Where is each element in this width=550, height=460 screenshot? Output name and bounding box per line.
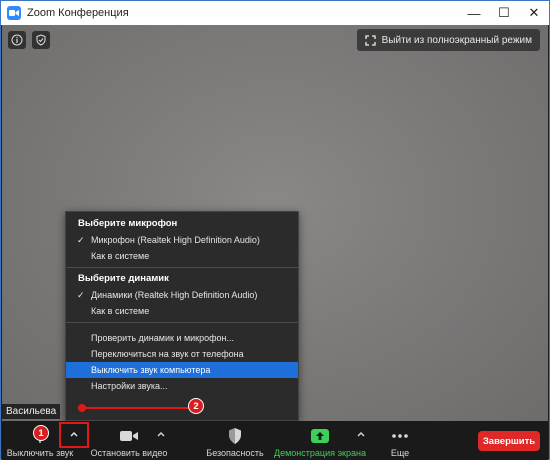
stop-video-label: Остановить видео: [90, 448, 168, 458]
close-button[interactable]: ✕: [519, 1, 549, 25]
menu-item-label: Динамики (Realtek High Definition Audio): [91, 290, 258, 300]
share-options-chevron-icon[interactable]: [356, 429, 366, 439]
menu-item-speaker-realtek[interactable]: ✓ Динамики (Realtek High Definition Audi…: [66, 287, 298, 303]
share-screen-icon: [310, 425, 330, 447]
annotation-arrow-head: [78, 404, 86, 412]
annotation-step-2-badge: 2: [188, 398, 204, 414]
menu-item-test-audio[interactable]: Проверить динамик и микрофон...: [66, 330, 298, 346]
menu-item-label: Как в системе: [91, 306, 150, 316]
menu-item-label: Настройки звука...: [91, 381, 168, 391]
menu-item-switch-phone-audio[interactable]: Переключиться на звук от телефона: [66, 346, 298, 362]
share-screen-button[interactable]: Демонстрация экрана: [272, 421, 368, 460]
menu-item-label: Как в системе: [91, 251, 150, 261]
more-label: Еще: [390, 448, 410, 458]
menu-divider: [66, 322, 298, 323]
menu-item-speaker-system[interactable]: Как в системе: [66, 303, 298, 319]
check-icon: ✓: [77, 235, 85, 245]
end-meeting-button[interactable]: Завершить: [478, 431, 540, 451]
menu-item-label: Проверить динамик и микрофон...: [91, 333, 234, 343]
more-dots-icon: [391, 425, 409, 447]
encryption-shield-icon[interactable]: [32, 31, 50, 49]
video-camera-icon: [119, 425, 139, 447]
title-bar: Zoom Конференция — ☐ ✕: [1, 1, 549, 25]
maximize-button[interactable]: ☐: [489, 1, 519, 25]
video-options-chevron-icon[interactable]: [156, 429, 166, 439]
menu-item-audio-settings[interactable]: Настройки звука...: [66, 378, 298, 394]
share-screen-label: Демонстрация экрана: [274, 448, 366, 458]
window-controls: — ☐ ✕: [459, 1, 549, 25]
menu-item-leave-computer-audio[interactable]: Выключить звук компьютера: [66, 362, 298, 378]
window-title: Zoom Конференция: [27, 7, 129, 19]
menu-item-mic-system[interactable]: Как в системе: [66, 248, 298, 264]
info-icon[interactable]: [8, 31, 26, 49]
menu-divider: [66, 267, 298, 268]
more-button[interactable]: Еще: [380, 421, 420, 460]
security-button[interactable]: Безопасность: [198, 421, 272, 460]
mute-label: Выключить звук: [6, 448, 74, 458]
participant-name-tag: Васильева: [2, 404, 61, 419]
menu-item-mic-realtek[interactable]: ✓ Микрофон (Realtek High Definition Audi…: [66, 232, 298, 248]
stop-video-button[interactable]: Остановить видео: [90, 421, 168, 460]
annotation-step-1-badge: 1: [33, 425, 49, 441]
security-label: Безопасность: [206, 448, 264, 458]
menu-item-label: Переключиться на звук от телефона: [91, 349, 244, 359]
shield-icon: [227, 425, 243, 447]
menu-item-label: Микрофон (Realtek High Definition Audio): [91, 235, 260, 245]
exit-fullscreen-icon: [364, 34, 376, 46]
annotation-highlight-box: [59, 422, 89, 448]
annotation-arrow-line: [81, 407, 189, 409]
mic-section-header: Выберите микрофон: [78, 218, 178, 229]
exit-fullscreen-button[interactable]: Выйти из полноэкранный режим: [356, 29, 540, 51]
zoom-window: Zoom Конференция — ☐ ✕ Выйти из полноэкр…: [0, 0, 550, 460]
zoom-app-icon: [7, 6, 21, 20]
audio-options-menu: Выберите микрофон ✓ Микрофон (Realtek Hi…: [65, 211, 299, 421]
speaker-section-header: Выберите динамик: [78, 273, 169, 284]
menu-item-label: Выключить звук компьютера: [91, 365, 211, 375]
minimize-button[interactable]: —: [459, 1, 489, 25]
check-icon: ✓: [77, 290, 85, 300]
exit-fullscreen-label: Выйти из полноэкранный режим: [381, 34, 532, 46]
